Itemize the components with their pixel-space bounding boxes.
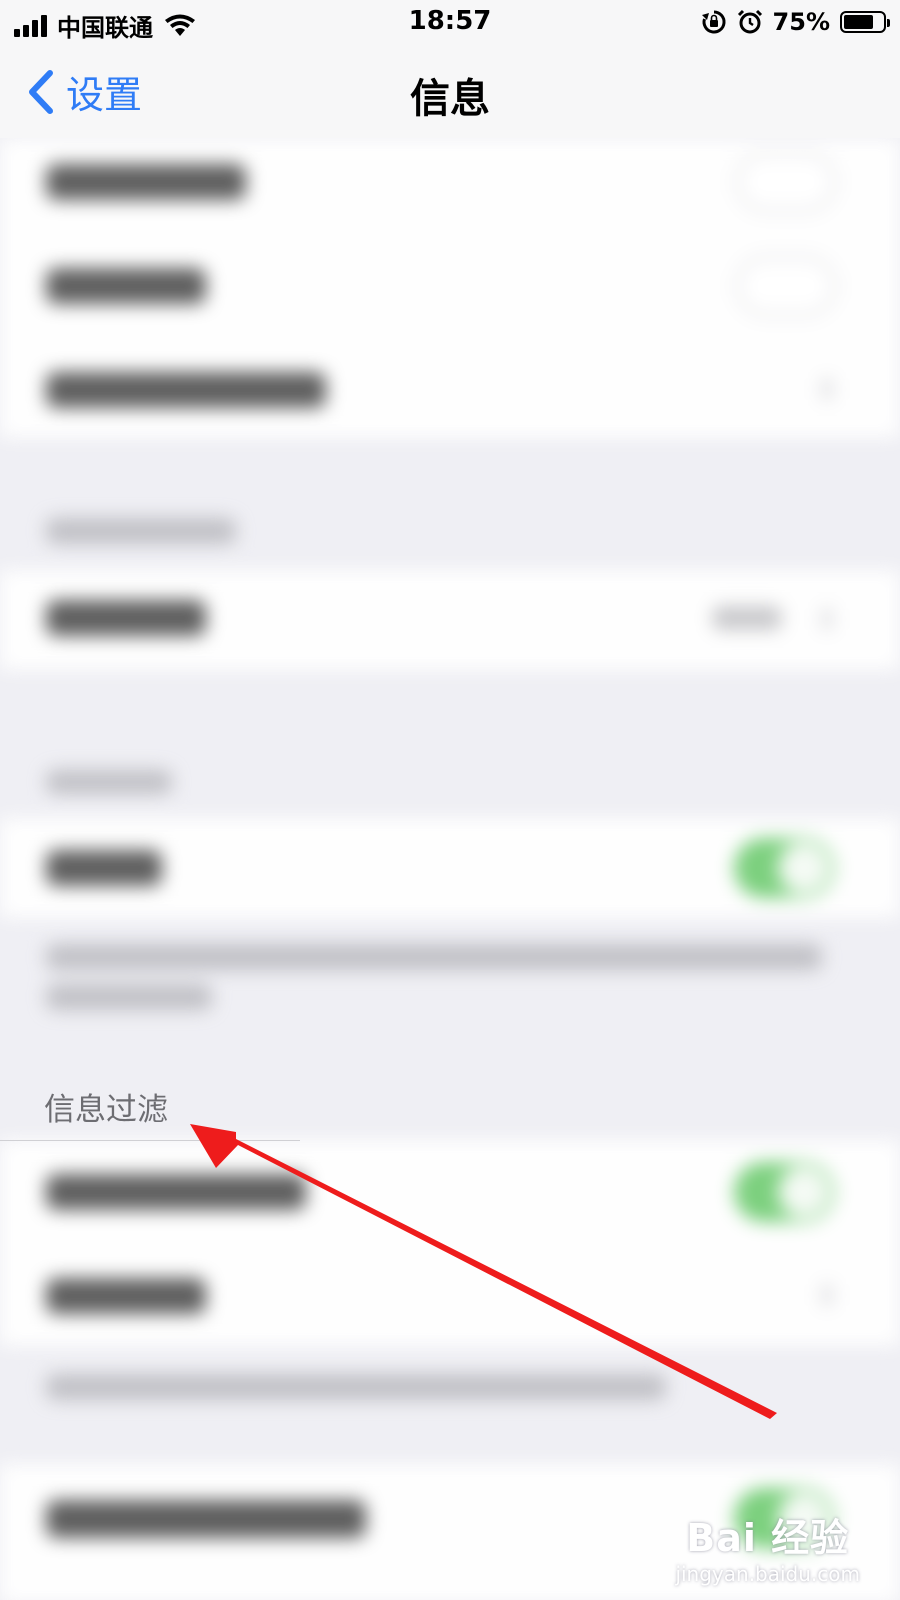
settings-row[interactable] <box>0 570 900 670</box>
settings-row[interactable] <box>0 1244 900 1346</box>
settings-row[interactable] <box>0 1140 900 1244</box>
section-header-message-filter: 信息过滤 <box>44 1092 168 1128</box>
settings-group-filter <box>0 1140 900 1346</box>
navigation-bar: 设置 信息 <box>0 44 900 138</box>
settings-group-1 <box>0 138 900 438</box>
toggle-switch[interactable] <box>736 152 836 212</box>
watermark: Bai 经验 jingyan.baidu.com <box>675 1507 860 1586</box>
settings-row[interactable] <box>0 238 900 338</box>
chevron-right-icon <box>822 1284 832 1306</box>
watermark-url: jingyan.baidu.com <box>675 1562 860 1586</box>
divider <box>0 1140 300 1141</box>
toggle-switch[interactable] <box>734 1162 834 1222</box>
status-bar: 中国联通 18:57 75% <box>0 0 900 44</box>
settings-group-2 <box>0 570 900 670</box>
toggle-switch[interactable] <box>734 838 834 898</box>
settings-group-3 <box>0 818 900 918</box>
settings-row[interactable] <box>0 338 900 438</box>
alarm-icon <box>737 9 762 34</box>
chevron-right-icon <box>822 378 832 400</box>
orientation-lock-icon <box>701 10 726 34</box>
chevron-right-icon <box>822 608 832 630</box>
settings-list <box>0 138 900 1600</box>
battery-icon <box>840 11 890 33</box>
toggle-switch[interactable] <box>736 256 836 316</box>
page-title: 信息 <box>410 76 490 122</box>
battery-percent: 75% <box>772 8 830 36</box>
settings-row[interactable] <box>0 818 900 918</box>
settings-row[interactable] <box>0 138 900 238</box>
watermark-logo: Bai 经验 <box>686 1516 850 1560</box>
